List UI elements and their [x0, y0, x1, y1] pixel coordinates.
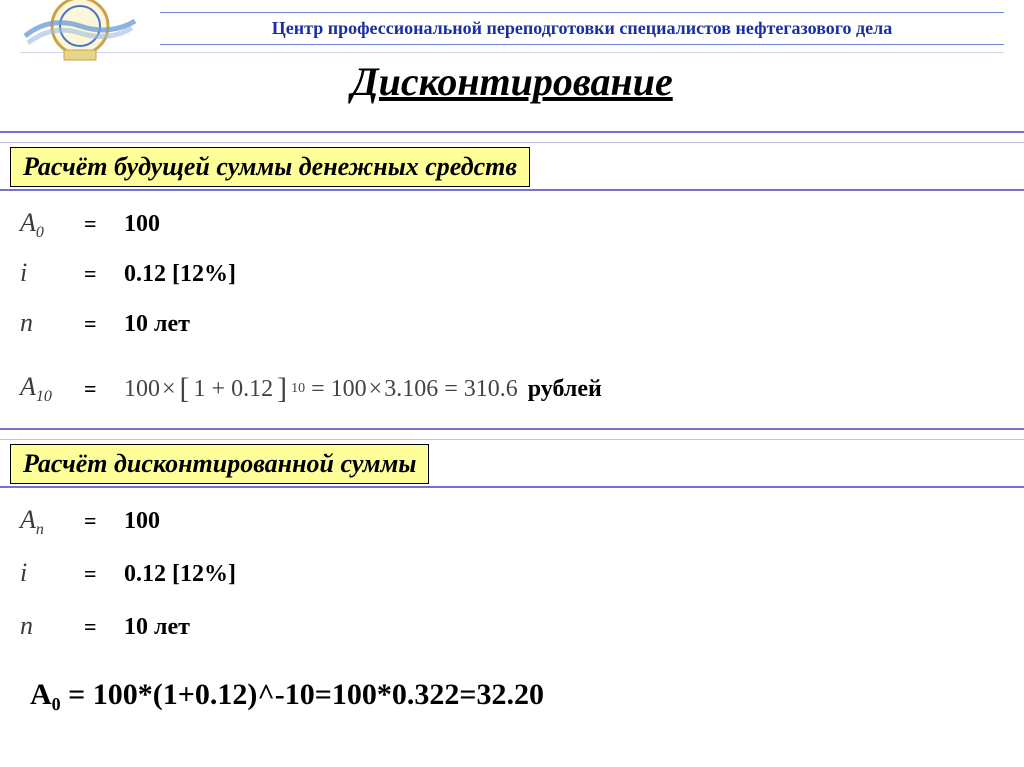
value-i: 0.12 [12%]	[124, 561, 236, 588]
formula-a10: 100 × [ 1 + 0.12 ] 10 = 100 × 3.106 = 31…	[124, 372, 518, 406]
currency-label: рублей	[528, 376, 602, 403]
header-org-text: Центр профессиональной переподготовки сп…	[160, 18, 1004, 39]
header-rule-top	[160, 12, 1004, 13]
equals: =	[84, 508, 124, 534]
divider-thin	[0, 142, 1024, 143]
value-n: 10 лет	[124, 311, 190, 338]
formula-part: 100	[331, 376, 367, 403]
divider-thin	[0, 439, 1024, 440]
equals: =	[311, 376, 325, 403]
equals: =	[84, 376, 124, 402]
bracket-left-icon: [	[178, 372, 192, 406]
formula-result: 310.6	[464, 376, 518, 403]
section1-heading: Расчёт будущей суммы денежных средств	[10, 147, 530, 187]
header: Центр профессиональной переподготовки сп…	[0, 0, 1024, 52]
times-icon: ×	[162, 376, 176, 403]
symbol-a0: A0	[20, 208, 84, 242]
bracket-right-icon: ]	[275, 372, 289, 406]
row-an: An = 100	[20, 505, 160, 539]
formula-part: 100	[124, 376, 160, 403]
divider	[0, 428, 1024, 430]
symbol-n: n	[20, 308, 84, 338]
row-n: n = 10 лет	[20, 308, 190, 338]
header-rule-full	[20, 52, 1004, 53]
row-a10-formula: A10 = 100 × [ 1 + 0.12 ] 10 = 100 × 3.10…	[20, 372, 602, 406]
emblem-icon	[10, 0, 150, 66]
symbol-a10: A10	[20, 372, 84, 406]
header-rule-bot	[160, 44, 1004, 45]
divider	[0, 486, 1024, 488]
equals: =	[84, 614, 124, 640]
equals: =	[84, 311, 124, 337]
formula-part: 1 + 0.12	[194, 376, 274, 403]
symbol-i: i	[20, 558, 84, 588]
divider	[0, 131, 1024, 133]
value-a0: 100	[124, 211, 160, 238]
row-i2: i = 0.12 [12%]	[20, 558, 236, 588]
equals: =	[84, 211, 124, 237]
row-a0: A0 = 100	[20, 208, 160, 242]
symbol-an: An	[20, 505, 84, 539]
equals: =	[444, 376, 458, 403]
exponent: 10	[291, 381, 305, 397]
slide-title: Дисконтирование	[0, 58, 1024, 105]
final-formula: A₀ = 100*(1+0.12)^-10=100*0.322=32.20	[30, 678, 544, 712]
value-i: 0.12 [12%]	[124, 261, 236, 288]
symbol-i: i	[20, 258, 84, 288]
formula-part: 3.106	[384, 376, 438, 403]
times-icon: ×	[369, 376, 383, 403]
symbol-n: n	[20, 611, 84, 641]
divider	[0, 189, 1024, 191]
row-n2: n = 10 лет	[20, 611, 190, 641]
section2-heading: Расчёт дисконтированной суммы	[10, 444, 429, 484]
equals: =	[84, 561, 124, 587]
row-i: i = 0.12 [12%]	[20, 258, 236, 288]
value-n: 10 лет	[124, 614, 190, 641]
slide: Центр профессиональной переподготовки сп…	[0, 0, 1024, 767]
value-an: 100	[124, 508, 160, 535]
equals: =	[84, 261, 124, 287]
